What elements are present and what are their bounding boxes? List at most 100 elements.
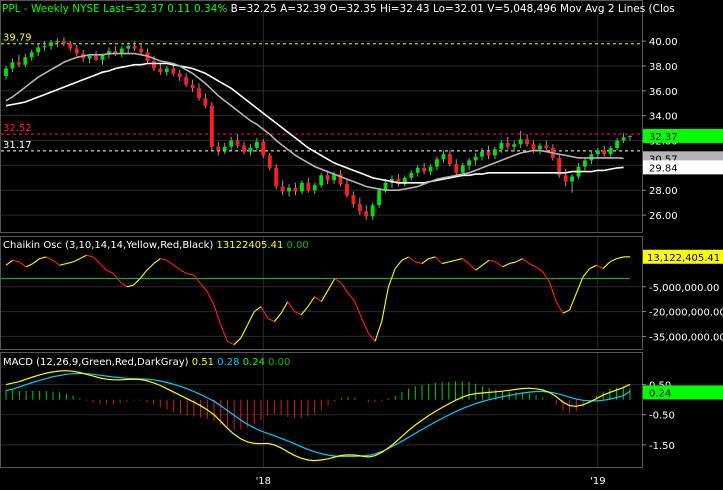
candle-body	[287, 187, 291, 192]
chaikin-axis-tick-label: -5,000,000.00	[649, 283, 719, 294]
candle-body	[505, 143, 510, 147]
candle-body	[351, 195, 356, 204]
candle-body	[61, 41, 66, 44]
candle-body	[42, 46, 47, 48]
candle-body	[139, 48, 144, 53]
candle-body	[152, 61, 156, 69]
candle-body	[280, 186, 285, 192]
candle-body	[454, 164, 459, 173]
candle-body	[29, 52, 34, 58]
candle-body	[312, 185, 317, 191]
price-axis-tick-label: 34.00	[649, 112, 678, 123]
candle-body	[364, 211, 369, 217]
candle-body	[177, 73, 182, 78]
candle-body	[184, 77, 189, 85]
candle-body	[171, 68, 176, 74]
candle-body	[274, 167, 279, 187]
candle-body	[306, 182, 311, 191]
candle-body	[570, 176, 575, 182]
x-axis-label: '18	[256, 476, 271, 487]
candle-body	[608, 147, 613, 155]
candle-body	[55, 41, 60, 43]
candle-body	[544, 145, 549, 148]
candle-body	[409, 172, 414, 178]
candle-body	[345, 184, 349, 196]
candle-body	[158, 68, 163, 73]
candle-body	[615, 140, 620, 148]
candle-body	[49, 42, 53, 47]
candle-body	[299, 182, 304, 192]
candle-body	[261, 141, 266, 156]
candle-body	[435, 159, 439, 167]
candle-body	[447, 154, 452, 165]
candle-body	[377, 190, 382, 206]
candle-body	[4, 68, 8, 76]
candle-body	[242, 145, 246, 152]
candle-body	[480, 151, 484, 157]
price-axis-tick-label: 36.00	[649, 87, 678, 98]
candle-body	[538, 145, 542, 150]
candle-body	[518, 139, 523, 145]
candle-body	[10, 62, 15, 69]
candle-body	[235, 140, 240, 146]
candle-body	[441, 154, 446, 160]
price-tag-label: 29.84	[649, 163, 678, 174]
candle-body	[492, 149, 497, 156]
candle-body	[370, 205, 375, 217]
candle-body	[325, 175, 330, 181]
chaikin-axis-tick-label: -20,000,000.00	[649, 308, 723, 319]
candle-body	[422, 167, 427, 172]
x-axis-label: '19	[590, 476, 605, 487]
candle-body	[583, 160, 587, 167]
candle-body	[512, 144, 517, 147]
macd-axis-tick-label: -1.50	[649, 441, 675, 452]
candle-body	[203, 98, 208, 106]
candle-body	[68, 43, 73, 49]
candle-body	[94, 56, 98, 60]
candle-body	[164, 68, 169, 73]
candle-body	[254, 141, 259, 148]
candle-body	[383, 182, 388, 191]
candle-body	[628, 135, 632, 137]
price-level-label: 32.52	[3, 123, 32, 134]
chaikin-title: Chaikin Osc (3,10,14,14,Yellow,Red,Black…	[3, 240, 309, 251]
candle-body	[486, 151, 491, 156]
candle-body	[595, 150, 600, 155]
candle-body	[415, 167, 420, 173]
candle-body	[563, 175, 568, 182]
candle-body	[621, 137, 626, 141]
candle-body	[473, 156, 478, 161]
candle-body	[531, 144, 536, 150]
candle-body	[209, 105, 214, 147]
chaikin-axis-tick-label: -35,000,000.00	[649, 332, 723, 343]
price-axis-tick-label: 28.00	[649, 186, 678, 197]
price-level-label: 31.17	[3, 140, 32, 151]
candle-body	[357, 203, 362, 212]
candle-body	[132, 46, 137, 49]
chaikin-tag-label: 13,122,405.41	[647, 253, 720, 264]
candle-body	[499, 143, 504, 150]
candle-body	[428, 166, 433, 172]
candle-body	[126, 46, 131, 49]
candle-body	[467, 160, 472, 166]
candle-body	[36, 47, 41, 53]
macd-title: MACD (12,26,9,Green,Red,DarkGray) 0.51 0…	[3, 357, 290, 368]
candle-body	[23, 57, 28, 65]
candle-body	[190, 84, 195, 89]
candle-body	[87, 56, 92, 59]
candle-body	[248, 147, 253, 152]
candle-body	[229, 140, 234, 147]
candle-body	[222, 146, 227, 151]
candle-body	[267, 155, 272, 168]
candle-body	[197, 88, 201, 99]
candle-body	[16, 62, 21, 65]
macd-tag-label: 0.24	[649, 388, 671, 399]
price-axis-tick-label: 26.00	[649, 211, 678, 222]
candle-body	[74, 48, 79, 54]
price-axis-tick-label: 40.00	[649, 37, 678, 48]
candle-body	[602, 150, 607, 155]
candle-body	[216, 146, 221, 151]
price-level-label: 39.79	[3, 33, 32, 44]
candle-body	[293, 187, 298, 192]
chart-header: PPL - Weekly NYSE Last=32.37 0.11 0.34% …	[2, 3, 675, 15]
